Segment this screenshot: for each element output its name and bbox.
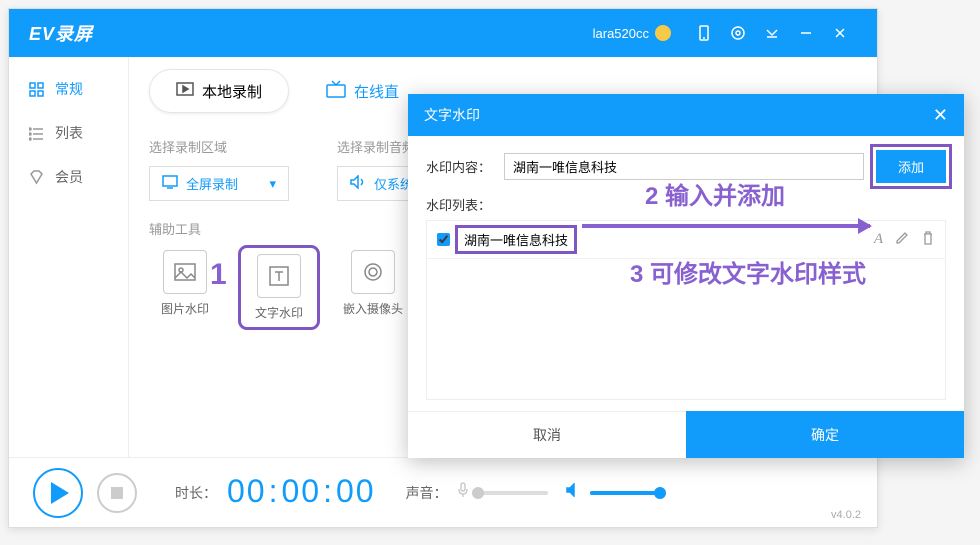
add-button[interactable]: 添加 — [876, 150, 946, 183]
dropdown-value: 全屏录制 — [186, 174, 238, 193]
record-button[interactable] — [33, 468, 83, 518]
app-title: EV录屏 — [29, 20, 93, 46]
diamond-icon — [27, 168, 45, 186]
tool-camera[interactable]: 嵌入摄像头 — [337, 250, 409, 325]
tool-label: 图片水印 — [161, 300, 209, 317]
tab-label: 本地录制 — [202, 81, 262, 102]
tool-label: 嵌入摄像头 — [343, 300, 403, 317]
tab-online-stream[interactable]: 在线直 — [299, 69, 426, 113]
bottombar: 时长： 00:00:00 声音： — [9, 457, 877, 527]
cancel-button[interactable]: 取消 — [408, 411, 686, 458]
monitor-icon — [162, 175, 178, 192]
annotation-3: 3 可修改文字水印样式 — [630, 254, 866, 289]
sidebar-item-general[interactable]: 常规 — [9, 67, 128, 111]
text-icon — [257, 254, 301, 298]
vip-badge-icon[interactable] — [655, 25, 671, 41]
timer-display: 00:00:00 — [227, 473, 376, 512]
duration-label: 时长： — [175, 483, 217, 503]
tv-icon — [326, 80, 346, 102]
tool-label: 文字水印 — [255, 304, 303, 321]
list-icon — [27, 124, 45, 142]
caret-down-icon: ▾ — [269, 176, 276, 192]
sidebar-label: 会员 — [55, 167, 83, 187]
dialog-title: 文字水印 — [424, 105, 480, 125]
sidebar-label: 常规 — [55, 79, 83, 99]
camera-icon — [351, 250, 395, 294]
play-icon — [51, 482, 69, 504]
annotation-arrow — [582, 224, 870, 228]
titlebar: EV录屏 lara520cc — [9, 9, 877, 57]
content-label: 水印内容： — [426, 157, 504, 176]
version-label: v4.0.2 — [831, 509, 861, 521]
annotation-1: 1 — [210, 258, 227, 292]
sidebar-item-list[interactable]: 列表 — [9, 111, 128, 155]
stop-icon — [111, 487, 123, 499]
mobile-icon[interactable] — [693, 22, 715, 44]
watermark-list: 湖南一唯信息科技 A — [426, 220, 946, 400]
annotation-2: 2 输入并添加 — [645, 176, 785, 211]
settings-icon[interactable] — [727, 22, 749, 44]
watermark-checkbox[interactable] — [437, 233, 450, 246]
sidebar-item-member[interactable]: 会员 — [9, 155, 128, 199]
play-box-icon — [176, 80, 194, 102]
image-icon — [163, 250, 207, 294]
edit-icon[interactable] — [895, 231, 909, 249]
list-label: 水印列表： — [426, 195, 504, 214]
minimize-icon[interactable] — [795, 22, 817, 44]
font-style-icon[interactable]: A — [874, 231, 883, 249]
mic-slider[interactable] — [478, 491, 548, 495]
watermark-item-text: 湖南一唯信息科技 — [458, 228, 574, 251]
area-section-title: 选择录制区域 — [149, 137, 289, 156]
tab-label: 在线直 — [354, 81, 399, 102]
audio-label: 声音： — [406, 483, 448, 503]
dialog-close-icon[interactable]: ✕ — [933, 105, 948, 126]
dialog-titlebar: 文字水印 ✕ — [408, 94, 964, 136]
dropdown-icon[interactable] — [761, 22, 783, 44]
speaker-icon — [350, 175, 366, 192]
delete-icon[interactable] — [921, 231, 935, 249]
speaker-slider[interactable] — [590, 491, 660, 495]
speaker-icon[interactable] — [566, 483, 582, 502]
user-name[interactable]: lara520cc — [593, 26, 649, 41]
sidebar: 常规 列表 会员 — [9, 57, 129, 457]
close-icon[interactable] — [829, 22, 851, 44]
stop-button[interactable] — [97, 473, 137, 513]
tab-local-record[interactable]: 本地录制 — [149, 69, 289, 113]
tool-text-watermark[interactable]: 文字水印 — [243, 250, 315, 325]
grid-icon — [27, 80, 45, 98]
ok-button[interactable]: 确定 — [686, 411, 964, 458]
area-dropdown[interactable]: 全屏录制 ▾ — [149, 166, 289, 201]
sidebar-label: 列表 — [55, 123, 83, 143]
mic-icon[interactable] — [456, 482, 470, 503]
